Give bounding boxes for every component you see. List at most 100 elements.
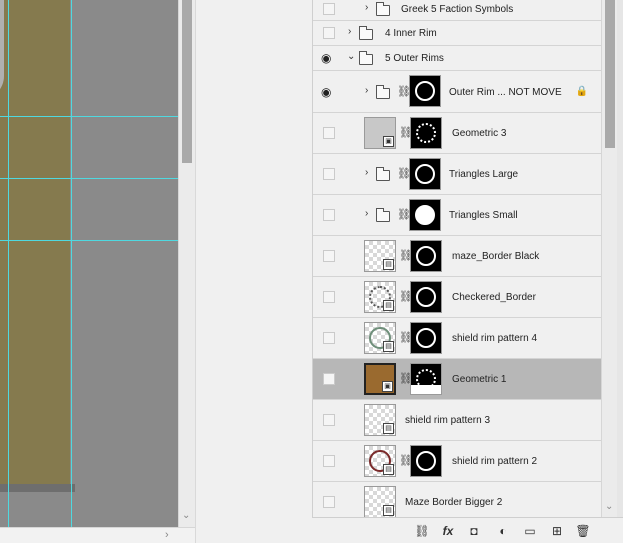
- layer-row[interactable]: › ⛓ Triangles Small: [313, 195, 601, 236]
- smart-object-icon: ▤: [383, 464, 394, 475]
- layer-name: Triangles Small: [449, 210, 518, 221]
- layer-thumbnail[interactable]: ▣: [364, 117, 396, 149]
- visibility-toggle[interactable]: [323, 250, 335, 262]
- new-group-icon[interactable]: ▭: [522, 523, 538, 539]
- layer-row[interactable]: ▤ ⛓ maze_Border Black: [313, 236, 601, 277]
- smart-object-icon: ▣: [383, 136, 394, 147]
- layer-mask-thumbnail[interactable]: [410, 117, 442, 149]
- layer-mask-thumbnail[interactable]: [409, 75, 441, 107]
- guide-horizontal[interactable]: [0, 240, 178, 241]
- layer-thumbnail[interactable]: ▤: [364, 486, 396, 517]
- layer-thumbnail[interactable]: ▣: [364, 363, 396, 395]
- layer-name: shield rim pattern 2: [452, 456, 538, 467]
- layer-name: Greek 5 Faction Symbols: [401, 4, 514, 15]
- layer-thumbnail[interactable]: ▤: [364, 404, 396, 436]
- scroll-right-icon[interactable]: ›: [165, 529, 169, 541]
- guide-vertical[interactable]: [8, 0, 9, 527]
- layer-mask-thumbnail[interactable]: [410, 445, 442, 477]
- visibility-toggle[interactable]: [323, 414, 335, 426]
- chevron-right-icon[interactable]: ›: [348, 26, 351, 37]
- chevron-right-icon[interactable]: ›: [365, 85, 368, 96]
- layer-mask-thumbnail[interactable]: [410, 281, 442, 313]
- folder-icon: [376, 85, 390, 99]
- folder-icon: [376, 167, 390, 181]
- adjustment-layer-icon[interactable]: ◐: [495, 523, 511, 539]
- link-layers-icon[interactable]: ⛓: [414, 523, 430, 539]
- visibility-toggle[interactable]: [323, 332, 335, 344]
- folder-icon: [359, 51, 373, 65]
- smart-object-icon: ▣: [382, 381, 393, 392]
- smart-object-icon: ▤: [383, 341, 394, 352]
- smart-object-icon: ▤: [383, 300, 394, 311]
- layers-panel: › Greek 5 Faction Symbols › 4 Inner Rim …: [312, 0, 601, 517]
- delete-icon[interactable]: 🗑: [575, 523, 591, 539]
- layer-thumbnail[interactable]: ▤: [364, 281, 396, 313]
- scroll-thumb[interactable]: [605, 0, 615, 148]
- document-canvas[interactable]: [0, 0, 178, 527]
- layers-vertical-scrollbar[interactable]: ⌄: [601, 0, 617, 517]
- layer-name: shield rim pattern 3: [405, 415, 491, 426]
- visibility-toggle[interactable]: [323, 496, 335, 508]
- layer-row[interactable]: › Greek 5 Faction Symbols: [313, 0, 601, 21]
- visibility-toggle[interactable]: [323, 373, 335, 385]
- chevron-down-icon[interactable]: ⌄: [347, 51, 355, 62]
- smart-object-icon: ▤: [383, 505, 394, 516]
- guide-horizontal[interactable]: [0, 116, 178, 117]
- canvas-vertical-scrollbar[interactable]: ⌄: [178, 0, 195, 527]
- chevron-right-icon[interactable]: ›: [365, 208, 368, 219]
- layer-name: Geometric 1: [452, 374, 507, 385]
- folder-icon: [359, 26, 373, 40]
- layer-mask-thumbnail[interactable]: [409, 199, 441, 231]
- visibility-toggle[interactable]: [323, 168, 335, 180]
- layer-mask-thumbnail[interactable]: [410, 363, 442, 395]
- layer-row[interactable]: ▤ ⛓ shield rim pattern 2: [313, 441, 601, 482]
- smart-object-icon: ▤: [383, 423, 394, 434]
- layer-row[interactable]: ▤ shield rim pattern 3: [313, 400, 601, 441]
- layer-name: shield rim pattern 4: [452, 333, 538, 344]
- layer-name: maze_Border Black: [452, 251, 540, 262]
- eye-icon[interactable]: ◉: [321, 51, 331, 65]
- visibility-toggle[interactable]: [323, 455, 335, 467]
- visibility-toggle[interactable]: [323, 209, 335, 221]
- layer-mask-thumbnail[interactable]: [409, 158, 441, 190]
- scroll-thumb[interactable]: [182, 0, 192, 163]
- layer-row[interactable]: ▤ Maze Border Bigger 2: [313, 482, 601, 517]
- new-layer-icon[interactable]: ⊞: [549, 523, 565, 539]
- layer-name: Geometric 3: [452, 128, 507, 139]
- chevron-right-icon[interactable]: ›: [365, 167, 368, 178]
- add-mask-icon[interactable]: ◘: [466, 523, 482, 539]
- chevron-right-icon[interactable]: ›: [365, 2, 368, 13]
- layers-footer-toolbar: ⛓ fx ◘ ◐ ▭ ⊞ 🗑: [312, 517, 623, 543]
- smart-object-icon: ▤: [383, 259, 394, 270]
- scroll-down-icon[interactable]: ⌄: [182, 510, 190, 521]
- layer-row[interactable]: ▣ ⛓ Geometric 3: [313, 113, 601, 154]
- folder-icon: [376, 208, 390, 222]
- visibility-toggle[interactable]: [323, 3, 335, 15]
- visibility-toggle[interactable]: [323, 127, 335, 139]
- visibility-toggle[interactable]: [323, 27, 335, 39]
- layer-row[interactable]: › 4 Inner Rim: [313, 21, 601, 46]
- panel-gutter: [195, 0, 312, 543]
- panel-edge: [617, 0, 623, 543]
- layer-name: 4 Inner Rim: [385, 28, 437, 39]
- canvas-shadow: [0, 484, 75, 492]
- layer-row[interactable]: ▤ ⛓ shield rim pattern 4: [313, 318, 601, 359]
- guide-vertical[interactable]: [71, 0, 72, 527]
- layer-thumbnail[interactable]: ▤: [364, 445, 396, 477]
- layer-mask-thumbnail[interactable]: [410, 322, 442, 354]
- layer-row[interactable]: ◉ › ⛓ Outer Rim ... NOT MOVE 🔒: [313, 71, 601, 113]
- guide-horizontal[interactable]: [0, 178, 178, 179]
- fx-icon[interactable]: fx: [440, 523, 456, 539]
- layer-row[interactable]: ▤ ⛓ Checkered_Border: [313, 277, 601, 318]
- layer-row[interactable]: › ⛓ Triangles Large: [313, 154, 601, 195]
- canvas-horizontal-scrollbar[interactable]: ›: [0, 527, 195, 543]
- visibility-toggle[interactable]: [323, 291, 335, 303]
- layer-row-selected[interactable]: ▣ ⛓ Geometric 1: [313, 359, 601, 400]
- layer-row[interactable]: ◉ ⌄ 5 Outer Rims: [313, 46, 601, 71]
- eye-icon[interactable]: ◉: [321, 85, 331, 99]
- layer-name: 5 Outer Rims: [385, 53, 444, 64]
- layer-thumbnail[interactable]: ▤: [364, 240, 396, 272]
- layer-thumbnail[interactable]: ▤: [364, 322, 396, 354]
- scroll-down-icon[interactable]: ⌄: [605, 501, 613, 512]
- layer-mask-thumbnail[interactable]: [410, 240, 442, 272]
